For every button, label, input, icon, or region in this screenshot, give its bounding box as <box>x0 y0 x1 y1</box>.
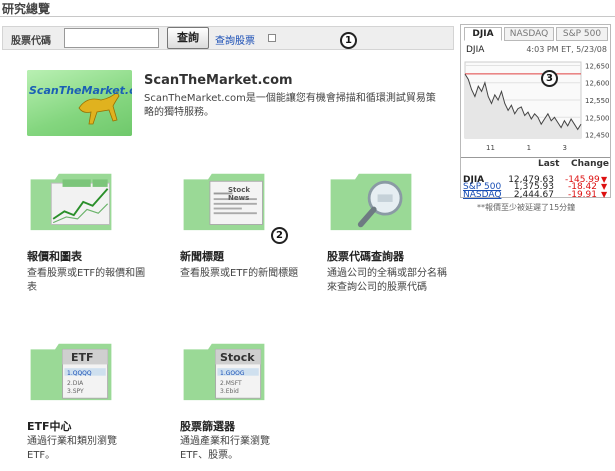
down-arrow-icon: ▼ <box>601 182 608 191</box>
scanthemarket-logo-text: ScanTheMarket.com <box>29 84 132 97</box>
chart-timestamp: 4:03 PM ET, 5/23/08 <box>526 45 607 54</box>
etf-art-line: 3.SPY <box>67 388 84 395</box>
etf-art-line: 2.DIA <box>67 380 84 387</box>
page-title: 研究總覽 <box>2 2 51 16</box>
y-tick-label: 12,650 <box>585 62 610 70</box>
etf-art-label: ETF <box>71 351 94 364</box>
index-link-sp500[interactable]: S&P 500 <box>463 182 501 192</box>
lookup-symbol-link[interactable]: 查詢股票 <box>215 32 255 47</box>
tab-nasdaq[interactable]: NASDAQ <box>504 27 554 41</box>
x-tick-label: 3 <box>563 144 567 152</box>
lookup-options-checkbox[interactable] <box>268 34 276 42</box>
bull-icon <box>78 91 120 125</box>
tile-description: 通過產業和行業瀏覽ETF、股票。 <box>180 436 270 461</box>
search-button[interactable]: 查詢 <box>167 27 209 49</box>
scanthemarket-logo[interactable]: ScanTheMarket.com <box>27 70 132 136</box>
etf-art-line: 1.QQQQ <box>67 370 92 377</box>
y-tick-label: 12,500 <box>585 114 610 122</box>
callout-2: 2 <box>271 227 288 244</box>
scanthemarket-description: ScanTheMarket.com是一個能讓您有機會掃描和循環測試貿易策略的獨特… <box>144 93 436 118</box>
news-folder-icon <box>183 173 265 231</box>
index-change: -18.42 <box>567 182 597 192</box>
tab-djia[interactable]: DJIA <box>464 27 502 41</box>
symbol-search-bar: 股票代碼 查詢 查詢股票 <box>2 26 454 50</box>
stock-art-label: Stock <box>220 351 255 364</box>
chart-ticker: DJIA <box>466 45 485 55</box>
callout-1: 1 <box>340 32 357 49</box>
y-tick-label: 12,600 <box>585 80 610 88</box>
last-header: Last <box>538 159 560 169</box>
tile-title[interactable]: 股票篩選器 <box>180 418 235 434</box>
delay-note: **報價至少被延遲了15分鐘 <box>477 203 576 212</box>
tile-title[interactable]: 股票代碼查詢器 <box>327 248 404 264</box>
tile-title[interactable]: ETF中心 <box>27 418 72 434</box>
x-tick-label: 1 <box>527 144 531 152</box>
stock-art-line: 2.MSFT <box>220 380 242 387</box>
table-divider <box>461 157 610 158</box>
tile-description: 查看股票或ETF的報價和圖表 <box>27 268 146 293</box>
news-art-label: Stock News <box>228 186 251 202</box>
callout-3: 3 <box>541 70 558 87</box>
x-tick-label: 11 <box>486 144 495 152</box>
chart-folder-icon <box>30 173 112 231</box>
tile-description: 通過公司的全稱或部分名稱來查詢公司的股票代碼 <box>327 268 447 293</box>
index-line-chart: 12,45012,50012,55012,60012,65011 1 3 <box>464 61 610 152</box>
stock-art-line: 1.GOOG <box>220 370 245 377</box>
symbol-label: 股票代碼 <box>11 36 51 47</box>
stock-art-line: 3.Ebid <box>220 388 239 395</box>
tile-title[interactable]: 報價和圖表 <box>27 248 82 264</box>
tab-sp500[interactable]: S&P 500 <box>556 27 608 41</box>
down-arrow-icon: ▼ <box>601 190 608 199</box>
change-header: Change <box>571 159 610 169</box>
market-widget: DJIA NASDAQ S&P 500 DJIA 4:03 PM ET, 5/2… <box>460 24 611 200</box>
magnifier-folder-icon <box>330 173 412 231</box>
title-divider <box>0 16 615 17</box>
y-tick-label: 12,450 <box>585 132 610 140</box>
tile-description: 通過行業和類別瀏覽ETF。 <box>27 436 117 461</box>
scanthemarket-title[interactable]: ScanTheMarket.com <box>144 73 293 88</box>
y-tick-label: 12,550 <box>585 97 610 105</box>
tile-title[interactable]: 新聞標題 <box>180 248 224 264</box>
symbol-input[interactable] <box>64 28 159 48</box>
tile-description: 查看股票或ETF的新聞標題 <box>180 268 299 279</box>
index-last: 1,375.93 <box>513 182 554 192</box>
